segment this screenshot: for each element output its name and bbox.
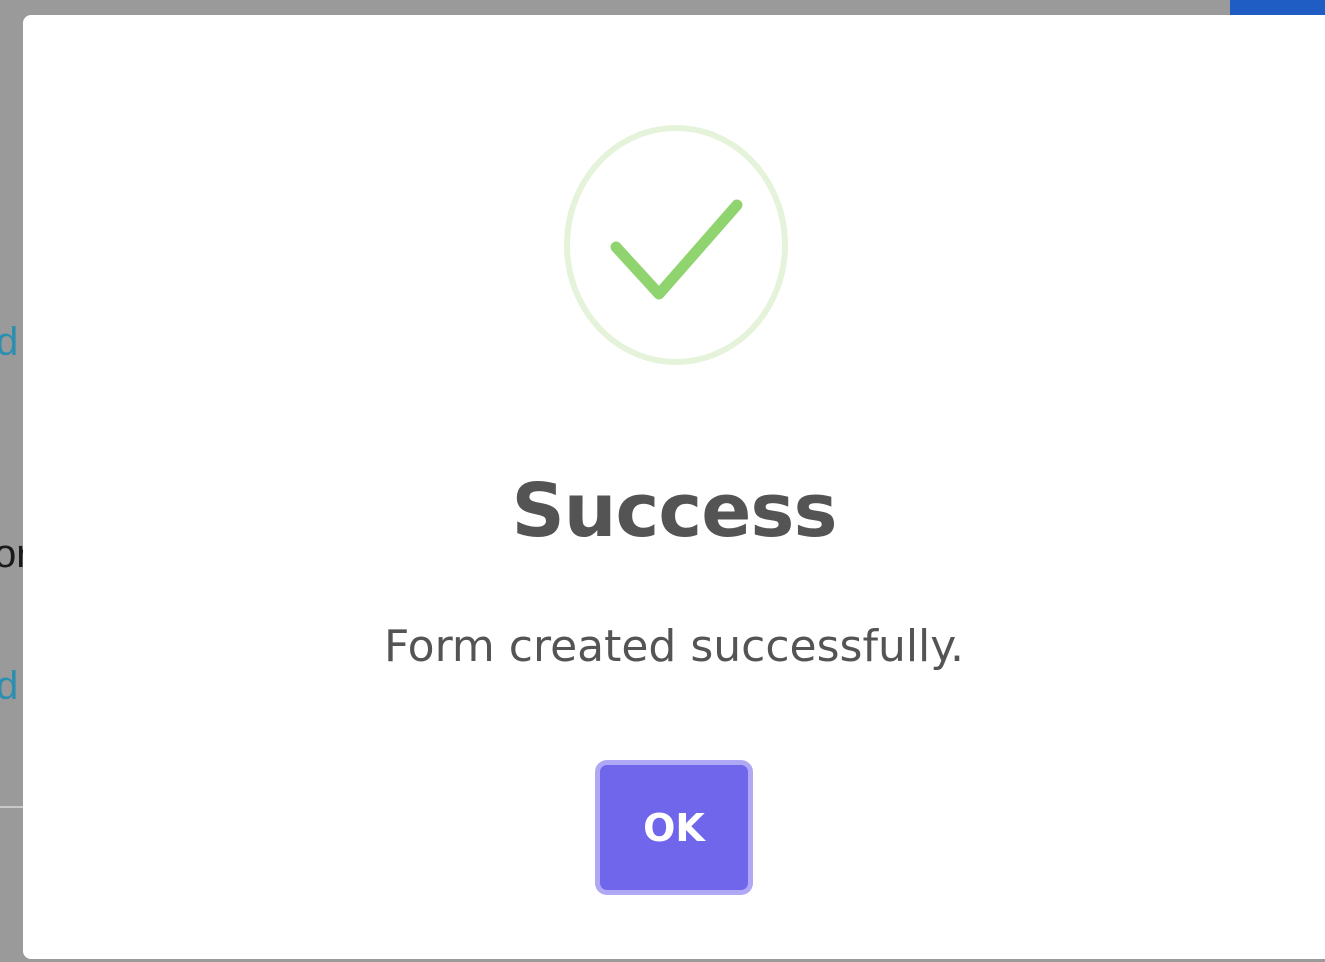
background-text-fragment: d <box>0 664 19 708</box>
dialog-title: Success <box>511 468 838 554</box>
dialog-message: Form created successfully. <box>383 621 965 672</box>
success-dialog: Success Form created successfully. OK <box>23 15 1325 959</box>
ok-button[interactable]: OK <box>595 760 753 895</box>
background-text-fragment: d <box>0 320 19 364</box>
success-check-icon <box>562 123 790 367</box>
background-button-fragment <box>1230 0 1325 16</box>
